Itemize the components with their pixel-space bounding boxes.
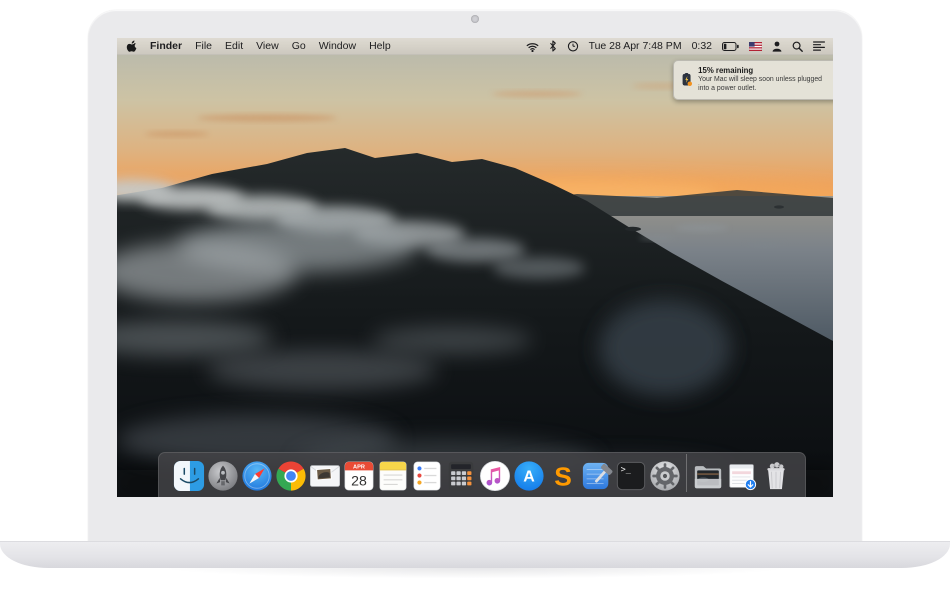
menu-view[interactable]: View [256,40,279,52]
menu-bar: Finder File Edit View Go Window Help Tue… [117,38,833,55]
notification-text: 15% remaining Your Mac will sleep soon u… [698,66,833,94]
dock-item-terminal[interactable]: >_ [615,458,647,492]
dock-item-safari[interactable] [241,458,273,492]
downloads-stack-icon [728,464,756,491]
svg-text:>_: >_ [620,464,631,474]
battery-low-icon [682,73,693,87]
input-source-us-flag-icon[interactable] [749,41,762,51]
notes-icon [379,461,406,491]
calendar-icon: APR 28 [344,461,373,491]
dock-item-trash[interactable] [760,458,792,492]
notification-center-icon[interactable] [813,41,825,51]
dock-item-notes[interactable] [377,458,409,492]
xcode-icon [582,462,612,490]
app-store-icon: A [513,461,544,491]
desktop-wallpaper [117,38,833,497]
dock-item-xcode[interactable] [581,458,613,492]
finder-icon [173,460,204,492]
dock-item-mail[interactable] [309,458,341,492]
dock-separator [685,454,687,492]
dock-item-sublime-text[interactable]: S [547,458,579,492]
launchpad-icon [207,461,238,491]
safari-icon [241,461,272,491]
battery-time-remaining: 0:32 [691,40,712,52]
apple-menu[interactable] [126,40,137,53]
chrome-icon [275,461,306,491]
notification-title: 15% remaining [698,66,754,75]
dock-item-calculator[interactable] [445,458,477,492]
trash-full-icon [766,462,785,490]
menu-edit[interactable]: Edit [225,40,243,52]
dock-item-finder[interactable] [173,458,205,492]
dock-item-chrome[interactable] [275,458,307,492]
battery-icon[interactable] [722,41,739,51]
svg-text:APR: APR [353,464,365,470]
laptop-base [0,541,950,582]
menu-window[interactable]: Window [319,40,356,52]
webcam-dot [471,15,479,23]
macos-screen: Finder File Edit View Go Window Help Tue… [117,38,833,497]
calculator-icon [448,461,473,491]
fast-user-switching-icon[interactable] [772,41,782,52]
wifi-icon[interactable] [526,41,539,52]
reminders-icon [413,461,440,491]
dock-item-app-store[interactable]: A [513,458,545,492]
dock: APR 28 A S >_ [158,452,806,497]
dock-item-system-preferences[interactable] [649,458,681,492]
menu-help[interactable]: Help [369,40,391,52]
spotlight-search-icon[interactable] [792,41,803,52]
dock-item-reminders[interactable] [411,458,443,492]
notification-body: Your Mac will sleep soon unless plugged … [698,76,823,92]
menubar-clock[interactable]: Tue 28 Apr 7:48 PM [589,40,682,52]
dock-item-downloads-stack[interactable] [726,458,758,492]
time-machine-icon[interactable] [567,40,579,52]
itunes-icon [479,461,510,491]
sublime-text-icon: S [554,461,572,491]
svg-text:28: 28 [351,472,367,488]
system-preferences-icon [649,461,680,491]
dock-item-calendar[interactable]: APR 28 [343,458,375,492]
battery-notification[interactable]: 15% remaining Your Mac will sleep soon u… [673,60,833,100]
svg-text:S: S [554,461,572,491]
dock-item-itunes[interactable] [479,458,511,492]
dock-item-documents-stack[interactable] [692,458,724,492]
svg-text:A: A [523,469,535,486]
bluetooth-icon[interactable] [549,40,557,52]
apple-logo-icon [126,40,137,52]
menu-file[interactable]: File [195,40,212,52]
menu-finder[interactable]: Finder [150,40,182,52]
mail-icon [309,465,340,487]
menu-go[interactable]: Go [292,40,306,52]
terminal-icon: >_ [616,461,645,491]
dock-item-launchpad[interactable] [207,458,239,492]
documents-stack-icon [694,466,721,489]
